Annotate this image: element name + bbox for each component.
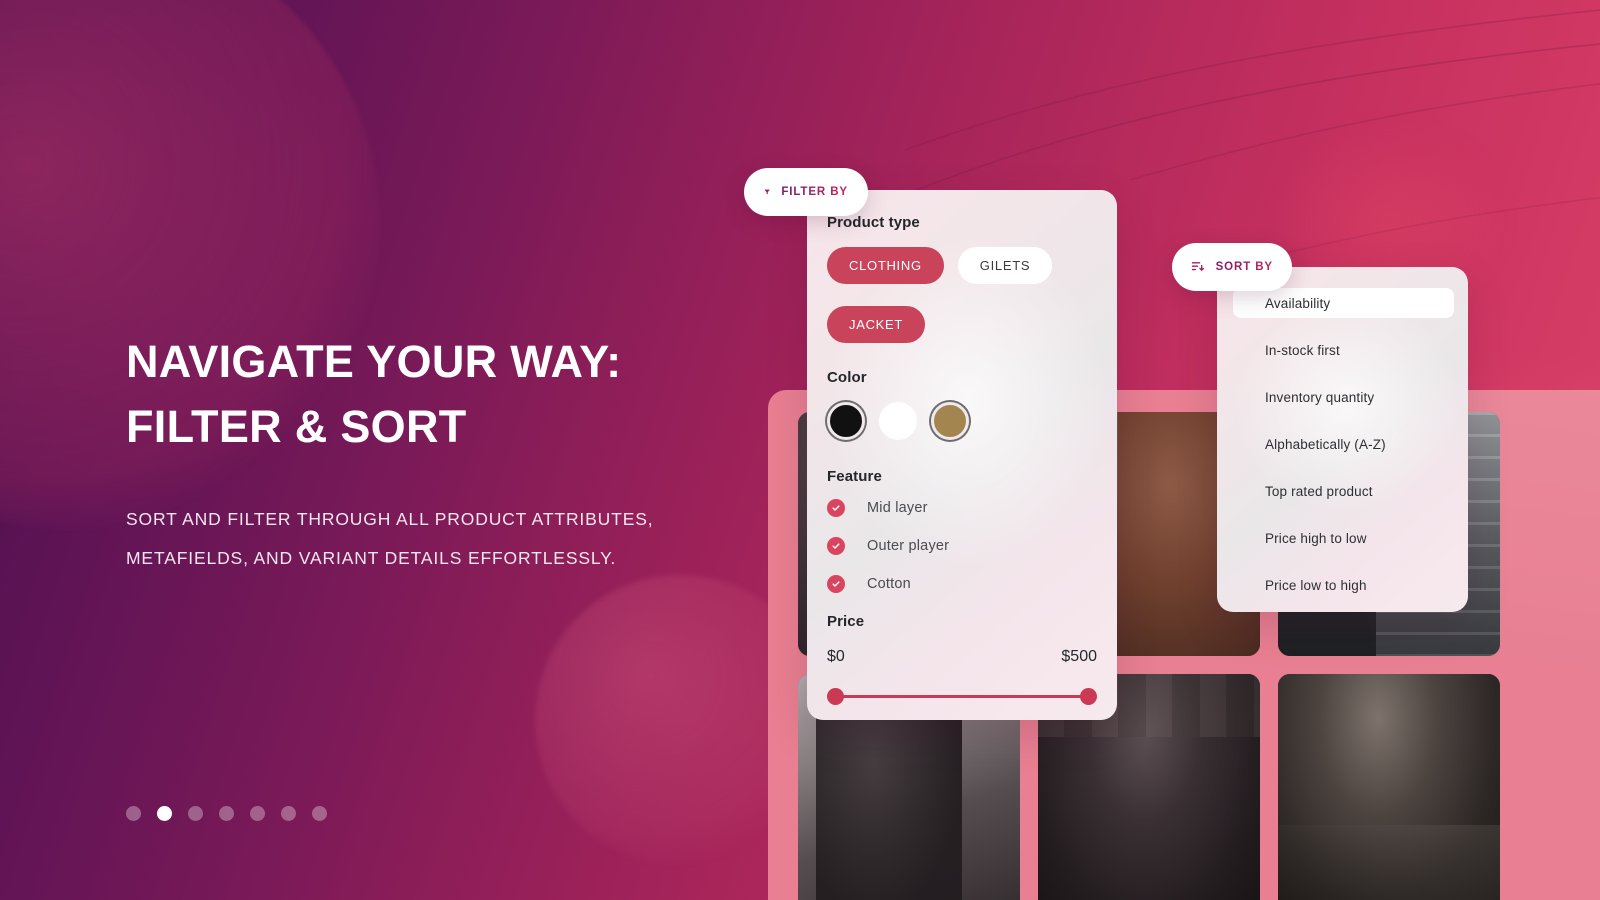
sort-option-top-rated-product[interactable]: Top rated product <box>1233 476 1454 506</box>
sort-panel: Availability In-stock first Inventory quan… <box>1217 267 1468 612</box>
sort-options-list: Availability In-stock first Inventory quan… <box>1217 267 1468 600</box>
carousel-pagination[interactable] <box>126 806 327 821</box>
hero-copy: NAVIGATE YOUR WAY: FILTER & SORT SORT AN… <box>126 330 746 579</box>
feature-options: Mid layer Outer player Cotton <box>827 499 1097 593</box>
price-slider-min-handle[interactable] <box>827 688 844 705</box>
heading-line-2: FILTER & SORT <box>126 400 467 452</box>
feature-option-row[interactable]: Cotton <box>827 575 1097 593</box>
sort-option-inventory-quantity[interactable]: Inventory quantity <box>1233 382 1454 412</box>
carousel-dot-5[interactable] <box>250 806 265 821</box>
product-type-chip-clothing[interactable]: CLOTHING <box>827 247 944 284</box>
filter-by-button[interactable]: FILTER BY <box>744 168 868 216</box>
feature-option-label: Outer player <box>867 538 950 554</box>
sort-descending-icon <box>1191 262 1205 271</box>
hero-subheading: SORT AND FILTER THROUGH ALL PRODUCT ATTR… <box>126 508 654 569</box>
product-image <box>1278 674 1500 900</box>
carousel-dot-4[interactable] <box>219 806 234 821</box>
price-slider-max-handle[interactable] <box>1080 688 1097 705</box>
product-type-chip-jacket[interactable]: JACKET <box>827 306 926 343</box>
product-type-chip-gilets[interactable]: GILETS <box>957 247 1053 284</box>
sort-option-availability[interactable]: Availability <box>1233 288 1454 318</box>
price-max-label: $500 <box>1061 648 1097 665</box>
carousel-dot-3[interactable] <box>188 806 203 821</box>
hero-slide: NAVIGATE YOUR WAY: FILTER & SORT SORT AN… <box>0 0 1600 900</box>
color-label: Color <box>827 369 867 386</box>
page-title: NAVIGATE YOUR WAY: FILTER & SORT <box>126 330 746 460</box>
sort-option-alphabetically-a-z[interactable]: Alphabetically (A-Z) <box>1233 429 1454 459</box>
filter-panel: Product type CLOTHING GILETS JACKET Color … <box>807 190 1117 720</box>
product-type-label: Product type <box>827 214 920 231</box>
funnel-icon <box>764 189 770 195</box>
product-card-leather-jacket-b[interactable] <box>1278 674 1500 900</box>
carousel-dot-6[interactable] <box>281 806 296 821</box>
feature-label: Feature <box>827 468 882 485</box>
sort-by-label: SORT BY <box>1215 261 1273 273</box>
sort-by-button[interactable]: SORT BY <box>1172 243 1292 291</box>
price-label: Price <box>827 613 865 630</box>
carousel-dot-7[interactable] <box>312 806 327 821</box>
color-options <box>827 402 1097 440</box>
feature-option-row[interactable]: Mid layer <box>827 499 1097 517</box>
filter-by-label: FILTER BY <box>781 186 848 198</box>
color-swatch-khaki[interactable] <box>931 402 969 440</box>
feature-option-label: Cotton <box>867 576 911 592</box>
carousel-dot-1[interactable] <box>126 806 141 821</box>
price-slider-track <box>836 695 1088 698</box>
check-icon <box>827 537 845 555</box>
check-icon <box>827 575 845 593</box>
product-type-options: CLOTHING GILETS JACKET <box>827 247 1097 343</box>
heading-line-1: NAVIGATE YOUR WAY: <box>126 336 622 387</box>
color-swatch-black[interactable] <box>827 402 865 440</box>
sort-option-price-high-to-low[interactable]: Price high to low <box>1233 523 1454 553</box>
price-min-label: $0 <box>827 648 845 665</box>
color-swatch-white[interactable] <box>879 402 917 440</box>
feature-option-label: Mid layer <box>867 500 928 516</box>
feature-option-row[interactable]: Outer player <box>827 537 1097 555</box>
sort-option-price-low-to-high[interactable]: Price low to high <box>1233 570 1454 600</box>
check-icon <box>827 499 845 517</box>
price-range-labels: $0 $500 <box>827 648 1097 666</box>
carousel-dot-2[interactable] <box>157 806 172 821</box>
price-range-slider[interactable] <box>827 688 1097 706</box>
sort-option-in-stock-first[interactable]: In-stock first <box>1233 335 1454 365</box>
